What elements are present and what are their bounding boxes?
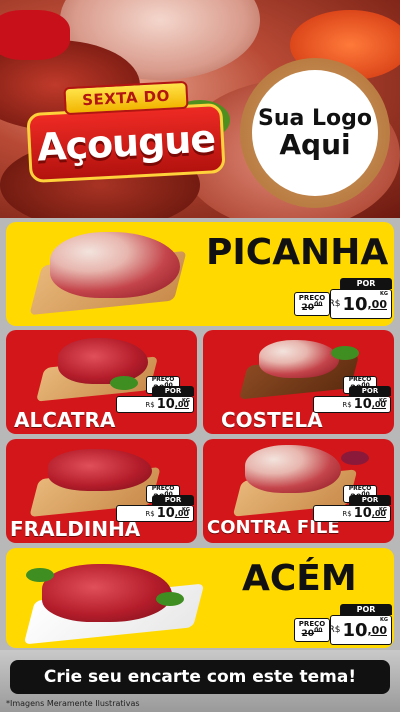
logo-line-2: Aqui: [279, 127, 351, 161]
old-price-int: 20: [301, 629, 315, 639]
por-label: POR: [340, 604, 392, 615]
new-price-box: KG R$ 10,00: [116, 505, 194, 522]
currency-label: R$: [328, 625, 341, 635]
por-label: POR: [340, 278, 392, 289]
product-name: COSTELA: [221, 408, 323, 432]
product-card-costela: COSTELA PREÇO 2000 POR KG R$10,00: [203, 330, 394, 434]
por-label: POR: [349, 386, 391, 396]
old-price-dec: 00: [314, 627, 323, 634]
product-card-acem: ACÉM POR PREÇO 2000 KG R$ 10,00: [6, 548, 394, 648]
onion-garnish: [341, 451, 369, 465]
currency-label: R$: [342, 400, 352, 409]
old-price: 2000: [302, 628, 323, 639]
price-tag: PREÇO 2000 POR KG R$10,00: [313, 376, 391, 413]
price-tag: POR PREÇO 2000 KG R$ 10,00: [294, 278, 392, 320]
price-tag: POR PREÇO 2000 KG R$ 10,00: [294, 604, 392, 646]
currency-label: R$: [145, 400, 155, 409]
red-pepper-image: [0, 10, 70, 60]
new-price-box: KG R$ 10,00: [328, 615, 392, 645]
price-int: 10: [353, 397, 372, 412]
acem-image: [42, 564, 172, 622]
price-int: 10: [156, 506, 175, 521]
price-dec: ,00: [367, 623, 388, 637]
herb-garnish: [331, 346, 359, 360]
price-int: 10: [342, 619, 368, 641]
product-card-fraldinha: FRALDINHA PREÇO 2000 POR KG R$10,00: [6, 439, 197, 543]
product-card-picanha: PICANHA POR PREÇO 2000 KG R$ 10,00: [6, 222, 394, 326]
product-name: ALCATRA: [14, 408, 116, 432]
logo-line-1: Sua Logo: [257, 105, 372, 131]
unit-label: KG: [182, 507, 190, 513]
unit-label: KG: [379, 398, 387, 404]
title-badge: Açougue SEXTA DO: [26, 80, 226, 186]
herb-garnish: [26, 568, 54, 582]
costela-image: [259, 340, 339, 378]
currency-label: R$: [328, 299, 341, 309]
badge-title: Açougue: [26, 102, 226, 184]
new-price-box: KG R$ 10,00: [313, 396, 391, 413]
new-price-box: KG R$ 10,00: [116, 396, 194, 413]
price-tag: PREÇO 2000 POR KG R$10,00: [116, 376, 194, 413]
price-int: 10: [353, 506, 372, 521]
old-price: 2000: [302, 302, 323, 313]
old-price-dec: 00: [314, 301, 323, 308]
product-name: ACÉM: [242, 558, 357, 599]
product-card-contra-file: CONTRA FILÉ PREÇO 2000 POR KG R$10,00: [203, 439, 394, 543]
por-label: POR: [152, 495, 194, 505]
unit-label: KG: [379, 507, 387, 513]
por-label: POR: [152, 386, 194, 396]
old-price-int: 20: [301, 303, 315, 313]
logo-inner: Sua Logo Aqui: [252, 70, 378, 196]
price-int: 10: [156, 397, 175, 412]
picanha-image: [50, 232, 180, 298]
price-tag: PREÇO 2000 POR KG R$10,00: [313, 485, 391, 522]
unit-label: KG: [380, 291, 388, 297]
price-int: 10: [342, 293, 368, 315]
price-tag: PREÇO 2000 POR KG R$10,00: [116, 485, 194, 522]
new-price-box: KG R$ 10,00: [328, 289, 392, 319]
unit-label: KG: [380, 617, 388, 623]
disclaimer-text: *Imagens Meramente Ilustrativas: [6, 699, 140, 708]
price-dec: ,00: [367, 297, 388, 311]
herb-garnish: [156, 592, 184, 606]
product-card-alcatra: ALCATRA PREÇO 2000 POR KG R$10,00: [6, 330, 197, 434]
old-price-box: PREÇO 2000: [294, 618, 330, 642]
header-banner: Açougue SEXTA DO Sua Logo Aqui: [0, 0, 400, 218]
logo-placeholder: Sua Logo Aqui: [240, 58, 390, 208]
cta-banner[interactable]: Crie seu encarte com este tema!: [10, 660, 390, 694]
por-label: POR: [349, 495, 391, 505]
unit-label: KG: [182, 398, 190, 404]
new-price-box: KG R$ 10,00: [313, 505, 391, 522]
currency-label: R$: [342, 509, 352, 518]
old-price-box: PREÇO 2000: [294, 292, 330, 316]
currency-label: R$: [145, 509, 155, 518]
product-name: PICANHA: [206, 232, 389, 273]
